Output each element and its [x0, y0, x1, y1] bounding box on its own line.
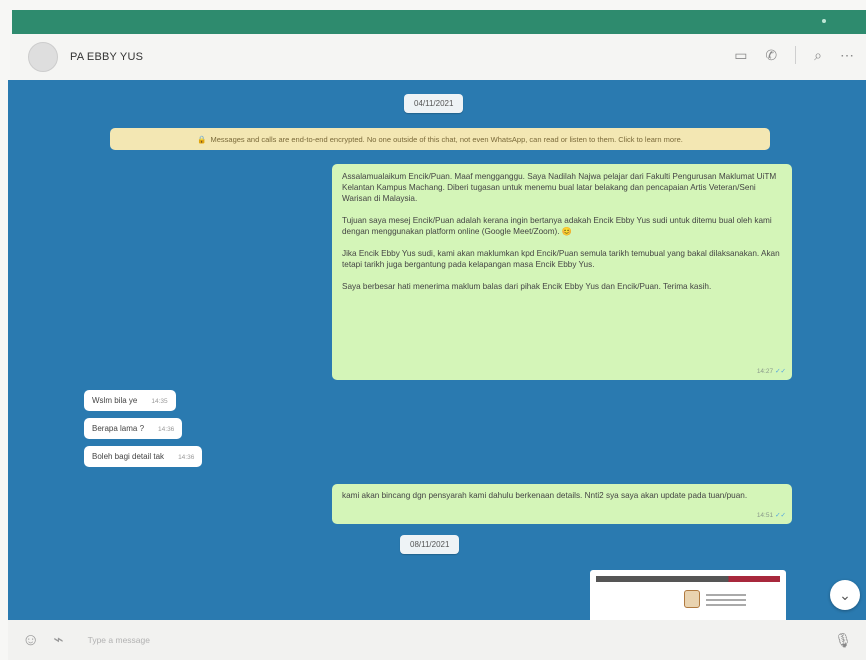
- date-chip: 08/11/2021: [400, 535, 460, 554]
- outgoing-message[interactable]: kami akan bincang dgn pensyarah kami dah…: [332, 484, 792, 524]
- message-paragraph: Saya berbesar hati menerima maklum balas…: [342, 282, 712, 291]
- document-logo: [684, 590, 700, 608]
- message-paragraph: Jika Encik Ebby Yus sudi, kami akan makl…: [342, 249, 780, 269]
- message-meta: 14:27 ✓✓: [757, 366, 786, 377]
- attach-icon[interactable]: ⌁: [53, 630, 63, 650]
- message-time: 14:51: [756, 512, 774, 519]
- read-receipt-icon: ✓✓: [775, 512, 786, 519]
- document-text-lines: [706, 594, 746, 609]
- menu-icon[interactable]: ⋯: [840, 47, 854, 64]
- document-attachment[interactable]: [590, 570, 786, 620]
- encryption-notice[interactable]: 🔒 Messages and calls are end-to-end encr…: [110, 128, 770, 150]
- avatar[interactable]: [28, 42, 58, 72]
- incoming-message[interactable]: Berapa lama ? 14:36: [84, 418, 183, 439]
- date-chip: 04/11/2021: [404, 94, 464, 113]
- search-icon[interactable]: ⌕: [814, 47, 822, 64]
- incoming-message[interactable]: Boleh bagi detail tak 14:36: [84, 446, 203, 467]
- message-input[interactable]: Type a message: [88, 635, 788, 645]
- conversation-panel[interactable]: 04/11/2021 🔒 Messages and calls are end-…: [8, 80, 866, 620]
- header-actions: ▭ ✆ ⌕ ⋯: [734, 46, 854, 64]
- outgoing-message[interactable]: Assalamualaikum Encik/Puan. Maaf menggan…: [332, 164, 792, 380]
- window-top-bar: [12, 10, 866, 34]
- read-receipt-icon: ✓✓: [775, 368, 786, 375]
- message-text: Wslm bila ye: [92, 396, 138, 405]
- message-paragraph: Tujuan saya mesej Encik/Puan adalah kera…: [342, 216, 772, 236]
- contact-name[interactable]: PA EBBY YUS: [70, 51, 143, 63]
- chat-header: PA EBBY YUS ▭ ✆ ⌕ ⋯: [10, 34, 866, 80]
- mic-icon[interactable]: 🎙: [834, 632, 852, 649]
- message-composer: ☺ ⌁ Type a message 🎙: [8, 620, 866, 660]
- lock-icon: 🔒: [197, 134, 207, 144]
- message-time: 14:36: [158, 426, 175, 433]
- message-text: kami akan bincang dgn pensyarah kami dah…: [342, 491, 748, 500]
- scroll-down-icon: ⌄: [839, 586, 851, 603]
- message-text: Berapa lama ?: [92, 424, 145, 433]
- message-time: 14:27: [756, 368, 774, 375]
- message-time: 14:36: [178, 454, 195, 461]
- encryption-notice-text: Messages and calls are end-to-end encryp…: [210, 134, 683, 144]
- voice-call-icon[interactable]: ✆: [765, 47, 777, 64]
- scroll-down-button[interactable]: ⌄: [830, 580, 860, 610]
- message-paragraph: Assalamualaikum Encik/Puan. Maaf menggan…: [342, 172, 777, 203]
- incoming-message[interactable]: Wslm bila ye 14:35: [84, 390, 176, 411]
- message-time: 14:35: [151, 398, 168, 405]
- message-meta: 14:51 ✓✓: [757, 510, 786, 521]
- video-call-icon[interactable]: ▭: [734, 47, 747, 64]
- message-text: Boleh bagi detail tak: [92, 452, 165, 461]
- status-dot: [822, 19, 826, 23]
- header-divider: [795, 46, 797, 64]
- emoji-icon[interactable]: ☺: [22, 630, 39, 650]
- document-header-stripe: [596, 576, 780, 582]
